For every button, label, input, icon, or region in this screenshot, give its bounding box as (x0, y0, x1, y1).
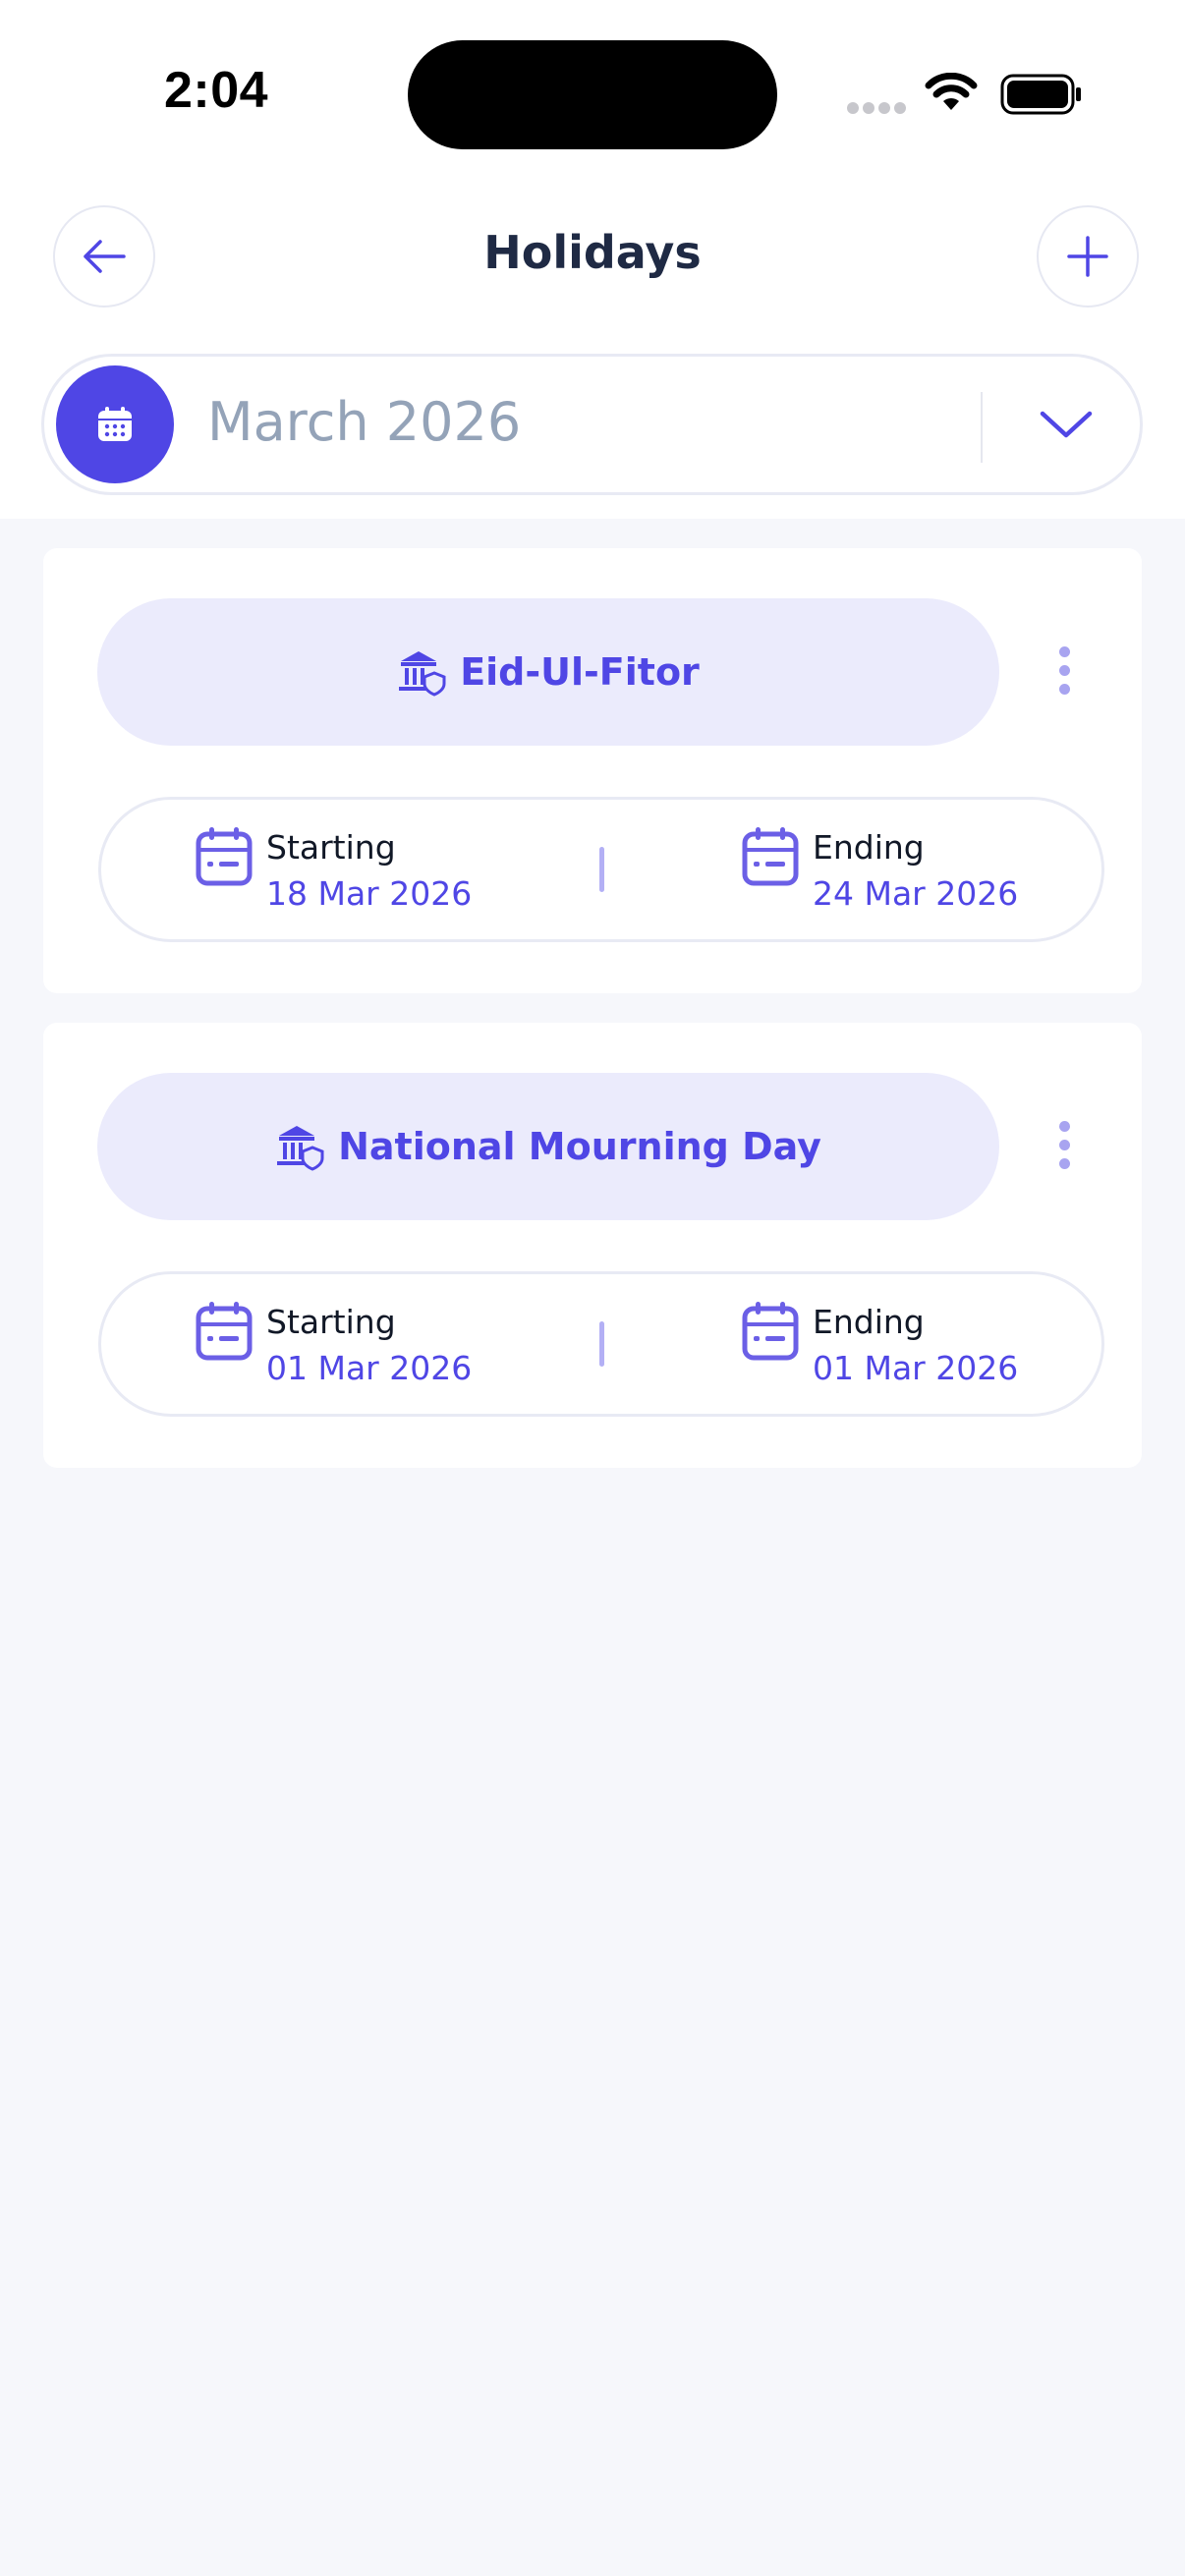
add-holiday-button[interactable] (1037, 205, 1139, 308)
calendar-icon (196, 1302, 253, 1361)
starting-label: Starting (266, 828, 396, 867)
starting-value: 18 Mar 2026 (266, 874, 473, 913)
ending-value: 24 Mar 2026 (813, 874, 1019, 913)
plus-icon (1067, 236, 1108, 277)
wifi-icon (925, 73, 978, 110)
date-range: Starting 18 Mar 2026 Ending 24 Mar 2026 (98, 797, 1104, 942)
holiday-name: National Mourning Day (338, 1125, 821, 1168)
divider (981, 392, 983, 463)
bank-shield-icon (399, 651, 446, 697)
month-label: March 2026 (207, 391, 522, 453)
month-selector[interactable]: March 2026 (41, 354, 1143, 495)
holiday-name: Eid-Ul-Fitor (460, 650, 700, 694)
divider (599, 1321, 604, 1367)
calendar-icon (742, 827, 799, 886)
cellular-signal-icon (847, 102, 906, 114)
ending-label: Ending (813, 828, 925, 867)
status-time: 2:04 (164, 62, 269, 119)
holiday-name-pill[interactable]: Eid-Ul-Fitor (97, 598, 999, 746)
ending-label: Ending (813, 1303, 925, 1341)
chevron-down-icon[interactable] (1037, 400, 1096, 449)
starting-date: Starting 01 Mar 2026 (196, 1301, 472, 1393)
starting-date: Starting 18 Mar 2026 (196, 826, 472, 919)
more-options-icon[interactable] (1059, 1121, 1070, 1169)
ending-date: Ending 01 Mar 2026 (742, 1301, 1018, 1393)
ending-value: 01 Mar 2026 (813, 1349, 1019, 1387)
calendar-icon (56, 365, 174, 483)
holiday-card: Eid-Ul-Fitor Starting 18 Mar 2026 Ending… (43, 548, 1142, 993)
starting-label: Starting (266, 1303, 396, 1341)
divider (599, 847, 604, 892)
dynamic-island (408, 40, 777, 149)
bank-shield-icon (277, 1126, 324, 1171)
date-range: Starting 01 Mar 2026 Ending 01 Mar 2026 (98, 1271, 1104, 1417)
more-options-icon[interactable] (1059, 646, 1070, 695)
top-header-area: 2:04 Holidays March 2026 (0, 0, 1185, 519)
battery-icon (1000, 74, 1081, 115)
holiday-name-pill[interactable]: National Mourning Day (97, 1073, 999, 1220)
page-title: Holidays (483, 226, 702, 279)
holiday-card: National Mourning Day Starting 01 Mar 20… (43, 1023, 1142, 1468)
starting-value: 01 Mar 2026 (266, 1349, 473, 1387)
calendar-icon (742, 1302, 799, 1361)
calendar-icon (196, 827, 253, 886)
ending-date: Ending 24 Mar 2026 (742, 826, 1018, 919)
